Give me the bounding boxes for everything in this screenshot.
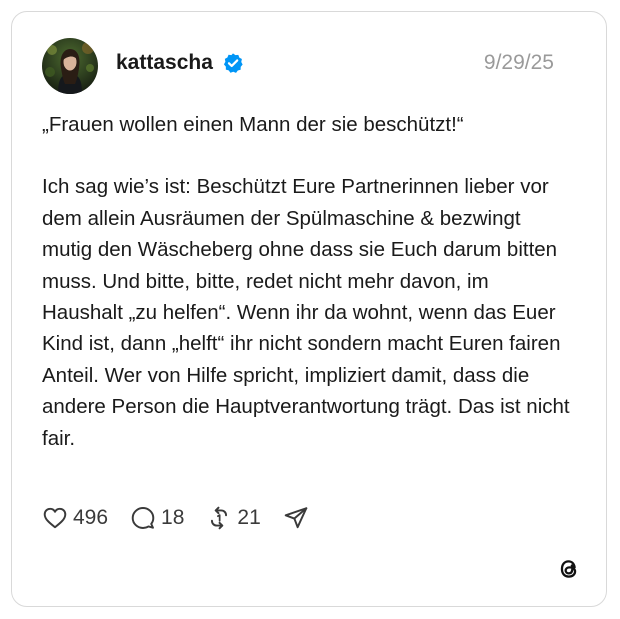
reply-count: 18 bbox=[161, 506, 185, 529]
action-bar: 496 18 21 bbox=[42, 503, 331, 533]
speech-bubble-icon bbox=[131, 507, 155, 529]
repost-icon bbox=[211, 506, 228, 530]
reply-button[interactable]: 18 bbox=[130, 505, 184, 531]
username[interactable]: kattascha bbox=[116, 50, 213, 76]
threads-logo-icon[interactable] bbox=[556, 556, 582, 582]
like-button[interactable]: 496 bbox=[42, 505, 108, 531]
heart-icon bbox=[43, 507, 67, 529]
post-timestamp[interactable]: 9/29/25 bbox=[484, 50, 554, 76]
verified-badge-icon bbox=[223, 53, 243, 73]
post-text: „Frauen wollen einen Mann der sie beschü… bbox=[42, 109, 572, 454]
like-count: 496 bbox=[73, 506, 109, 529]
post-card: kattascha 9/29/25 „Frauen wollen einen M… bbox=[11, 11, 607, 607]
repost-count: 21 bbox=[237, 506, 261, 529]
repost-button[interactable]: 21 bbox=[206, 505, 261, 531]
avatar-image bbox=[42, 38, 98, 94]
paper-plane-icon bbox=[284, 507, 308, 529]
post-quote: „Frauen wollen einen Mann der sie beschü… bbox=[42, 113, 464, 136]
avatar[interactable] bbox=[42, 38, 98, 94]
share-button[interactable] bbox=[283, 505, 309, 531]
post-body: Ich sag wie’s ist: Beschützt Eure Partne… bbox=[42, 175, 570, 450]
